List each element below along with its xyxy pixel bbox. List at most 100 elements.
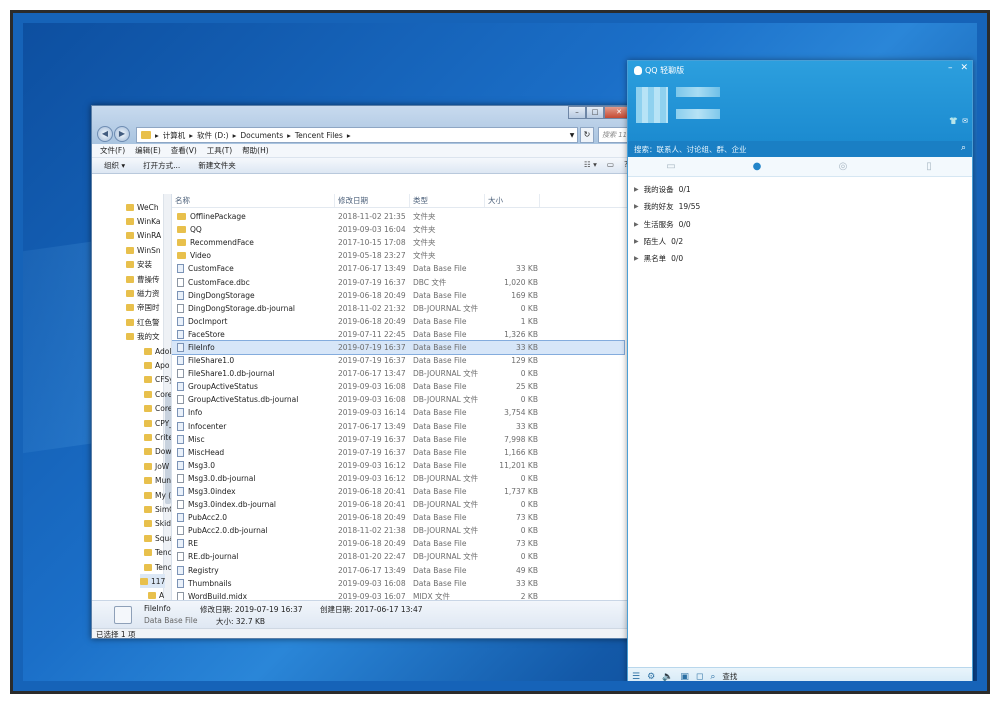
nav-tree-item[interactable]: CPY_ <box>144 416 171 430</box>
nav-tree-item[interactable]: A <box>148 589 164 600</box>
view-options-icon[interactable]: ☷ ▾ <box>584 160 597 169</box>
table-row[interactable]: FileShare1.0 2019-07-19 16:37 Data Base Fi… <box>172 354 624 367</box>
nav-tree-item[interactable]: 磁力资 <box>126 286 160 300</box>
table-row[interactable]: FileShare1.0.db-journal 2017-06-17 13:47 D… <box>172 367 624 380</box>
qq-search-bar[interactable]: 搜索：联系人、讨论组、群、企业 ⌕ <box>628 141 972 157</box>
nav-tree-item[interactable]: Tenc <box>144 560 171 574</box>
nav-tree-item[interactable]: 安装 <box>126 258 152 272</box>
nav-tree-item[interactable]: Squa <box>144 531 171 545</box>
table-row[interactable]: Msg3.0index 2019-06-18 20:41 Data Base Fil… <box>172 485 624 498</box>
close-icon[interactable]: ✕ <box>960 63 968 73</box>
table-row[interactable]: RE.db-journal 2018-01-20 22:47 DB-JOURNAL … <box>172 550 624 563</box>
refresh-button[interactable]: ↻ <box>580 127 594 143</box>
table-row[interactable]: DocImport 2019-06-18 20:49 Data Base File 1… <box>172 315 624 328</box>
table-row[interactable]: CustomFace 2017-06-17 13:49 Data Base File… <box>172 262 624 275</box>
find-label[interactable]: 查找 <box>722 671 737 681</box>
table-row[interactable]: QQ 2019-09-03 16:04 文件夹 <box>172 223 624 236</box>
table-row[interactable]: WordBuild.midx 2019-09-03 16:07 MIDX 文件 2 K… <box>172 590 624 600</box>
tab-groups-icon[interactable]: ◎ <box>800 157 886 176</box>
nav-tree-item[interactable]: Dow <box>144 445 171 459</box>
table-row[interactable]: FileInfo 2019-07-19 16:37 Data Base File 33… <box>172 339 625 356</box>
table-row[interactable]: Misc 2019-07-19 16:37 Data Base File 7,998 … <box>172 433 624 446</box>
contact-group[interactable]: ▶ 我的设备 0/1 <box>628 181 972 198</box>
table-row[interactable]: MiscHead 2019-07-19 16:37 Data Base File 1,… <box>172 446 624 459</box>
table-row[interactable]: Msg3.0.db-journal 2019-09-03 16:12 DB-JOUR… <box>172 472 624 485</box>
breadcrumb-tencent[interactable]: Tencent Files <box>295 131 343 140</box>
nav-tree-item[interactable]: Tenc <box>144 546 171 560</box>
minimize-icon[interactable]: – <box>948 63 953 73</box>
organize-button[interactable]: 组织 ▾ <box>104 160 125 171</box>
table-row[interactable]: Msg3.0 2019-09-03 16:12 Data Base File 11,2… <box>172 459 624 472</box>
find-magnifier-icon[interactable]: ⌕ <box>710 672 715 682</box>
tab-messages-icon[interactable]: ▭ <box>628 157 714 176</box>
table-row[interactable]: RE 2019-06-18 20:49 Data Base File 73 KB <box>172 537 624 550</box>
nav-tree-item[interactable]: JoW <box>144 459 169 473</box>
nav-tree-item[interactable]: Core <box>144 387 171 401</box>
table-row[interactable]: RecommendFace 2017-10-15 17:08 文件夹 <box>172 236 624 249</box>
table-row[interactable]: CustomFace.dbc 2019-07-19 16:37 DBC 文件 1,02… <box>172 275 624 288</box>
column-name[interactable]: 名称 <box>172 194 335 207</box>
table-row[interactable]: OfflinePackage 2018-11-02 21:35 文件夹 <box>172 210 624 223</box>
menu-edit[interactable]: 编辑(E) <box>135 145 161 156</box>
nav-tree-item[interactable]: CFSy <box>144 373 171 387</box>
mailbox-icon[interactable]: ✉ <box>962 117 968 125</box>
open-with-button[interactable]: 打开方式... <box>143 160 180 171</box>
maximize-button[interactable]: □ <box>586 106 604 119</box>
table-row[interactable]: GroupActiveStatus.db-journal 2019-09-03 1… <box>172 393 624 406</box>
contact-group[interactable]: ▶ 生活服务 0/0 <box>628 216 972 233</box>
nav-tree-item[interactable]: WinSn <box>126 243 161 257</box>
back-button[interactable]: ◀ <box>97 126 113 142</box>
nav-tree-item[interactable]: Adol <box>144 344 171 358</box>
nav-tree-item[interactable]: 红色警 <box>126 315 160 329</box>
shirt-icon[interactable]: 👕 <box>949 117 958 125</box>
chevron-down-icon[interactable]: ▼ <box>567 132 577 139</box>
table-row[interactable]: PubAcc2.0 2019-06-18 20:49 Data Base File 7… <box>172 511 624 524</box>
nav-tree-item[interactable]: 曹操传 <box>126 272 160 286</box>
nav-tree-item[interactable]: WinRA <box>126 229 161 243</box>
column-size[interactable]: 大小 <box>485 194 540 207</box>
avatar[interactable] <box>636 87 668 123</box>
column-date[interactable]: 修改日期 <box>335 194 410 207</box>
sound-icon[interactable]: 🔈 <box>662 672 673 682</box>
minimize-button[interactable]: – <box>568 106 586 119</box>
table-row[interactable]: Video 2019-05-18 23:27 文件夹 <box>172 249 624 262</box>
nav-tree-item[interactable]: Mun <box>144 474 171 488</box>
menu-view[interactable]: 查看(V) <box>171 145 197 156</box>
nav-tree-item[interactable]: Skid <box>144 517 171 531</box>
column-type[interactable]: 类型 <box>410 194 485 207</box>
search-icon[interactable]: ⌕ <box>961 143 966 153</box>
tab-contacts-icon[interactable]: ● <box>714 157 800 176</box>
table-row[interactable]: Infocenter 2017-06-17 13:49 Data Base File… <box>172 420 624 433</box>
main-menu-icon[interactable]: ☰ <box>632 672 640 682</box>
nav-tree-item[interactable]: Apo <box>144 358 169 372</box>
contact-group[interactable]: ▶ 黑名单 0/0 <box>628 250 972 267</box>
nav-tree-item[interactable]: Core <box>144 402 171 416</box>
nav-tree-item[interactable]: Crite <box>144 430 171 444</box>
table-row[interactable]: Registry 2017-06-17 13:49 Data Base File 49… <box>172 564 624 577</box>
menu-help[interactable]: 帮助(H) <box>242 145 269 156</box>
nav-tree-item[interactable]: WinKa <box>126 214 160 228</box>
table-row[interactable]: Msg3.0index.db-journal 2019-06-18 20:41 DB… <box>172 498 624 511</box>
table-row[interactable]: Thumbnails 2019-09-03 16:08 Data Base File… <box>172 577 624 590</box>
contact-group[interactable]: ▶ 陌生人 0/2 <box>628 233 972 250</box>
nav-tree-item[interactable]: WeCh <box>126 200 159 214</box>
nav-tree-item[interactable]: 117 <box>140 574 166 589</box>
nav-tree-item[interactable]: 帝国时 <box>126 301 160 315</box>
table-row[interactable]: FaceStore 2019-07-11 22:45 Data Base File 1… <box>172 328 624 341</box>
breadcrumb-documents[interactable]: Documents <box>240 131 283 140</box>
table-row[interactable]: PubAcc2.0.db-journal 2018-11-02 21:38 DB-J… <box>172 524 624 537</box>
nav-tree-item[interactable]: SimC <box>144 502 171 516</box>
breadcrumb-drive[interactable]: 软件 (D:) <box>197 130 229 141</box>
table-row[interactable]: GroupActiveStatus 2019-09-03 16:08 Data Ba… <box>172 380 624 393</box>
app-manager-icon[interactable]: ◻ <box>696 672 703 682</box>
menu-file[interactable]: 文件(F) <box>100 145 125 156</box>
address-bar[interactable]: ▸ 计算机 ▸ 软件 (D:) ▸ Documents ▸ Tencent Fi… <box>136 127 578 143</box>
table-row[interactable]: DingDongStorage 2019-06-18 20:49 Data Base… <box>172 289 624 302</box>
nav-tree-item[interactable]: My ( <box>144 488 171 502</box>
new-folder-button[interactable]: 新建文件夹 <box>198 160 236 171</box>
file-folder-icon[interactable]: ▣ <box>680 672 689 682</box>
breadcrumb-computer[interactable]: 计算机 <box>163 130 186 141</box>
contact-group[interactable]: ▶ 我的好友 19/55 <box>628 198 972 215</box>
table-row[interactable]: Info 2019-09-03 16:14 Data Base File 3,754 … <box>172 406 624 419</box>
menu-tools[interactable]: 工具(T) <box>207 145 232 156</box>
